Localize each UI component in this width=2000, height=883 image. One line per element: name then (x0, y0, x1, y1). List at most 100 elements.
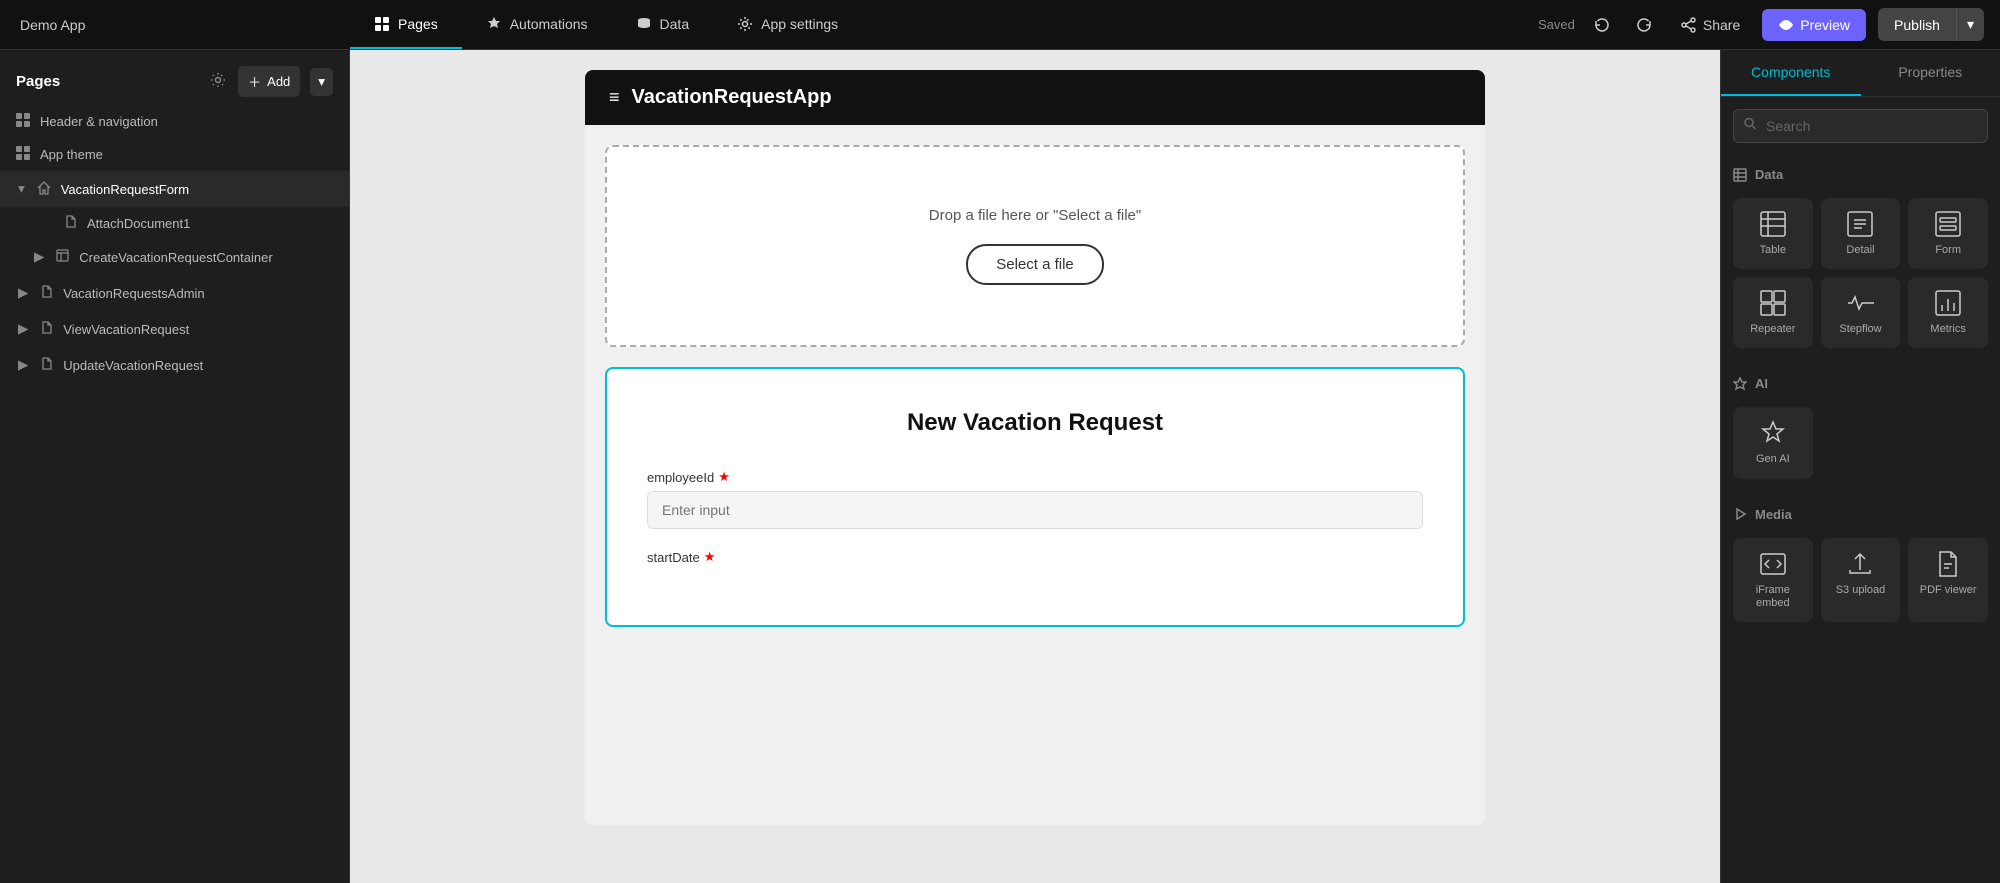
redo-button[interactable] (1629, 10, 1659, 40)
canvas-app-title: VacationRequestApp (632, 86, 832, 109)
sidebar-item-label: VacationRequestsAdmin (63, 286, 333, 301)
component-form[interactable]: Form (1908, 198, 1988, 269)
table-icon (1759, 210, 1787, 238)
nav-data[interactable]: Data (612, 0, 714, 49)
sidebar-item-label: App theme (40, 147, 333, 162)
right-panel: Components Properties Data Table (1720, 50, 2000, 883)
home-icon (37, 181, 51, 198)
expand-button[interactable]: ▶ (16, 283, 30, 303)
component-label: iFrame embed (1741, 584, 1805, 610)
expand-button[interactable]: ▾ (16, 179, 27, 199)
metrics-icon (1934, 289, 1962, 317)
component-gen-ai[interactable]: Gen AI (1733, 407, 1813, 478)
component-pdf-viewer[interactable]: PDF viewer (1908, 538, 1988, 622)
nav-pages[interactable]: Pages (350, 0, 462, 49)
search-icon (1743, 117, 1757, 136)
add-page-button[interactable]: ＋ Add (238, 66, 300, 97)
top-nav: Pages Automations Data App settings (350, 0, 1522, 49)
undo-button[interactable] (1587, 10, 1617, 40)
form-area: New Vacation Request employeeId ★ startD… (605, 367, 1465, 627)
required-indicator: ★ (718, 469, 730, 485)
data-section-header: Data (1733, 163, 1988, 186)
component-label: Form (1935, 244, 1961, 257)
sidebar-item-header-nav[interactable]: Header & navigation (0, 105, 349, 138)
sidebar-item-attach-document[interactable]: AttachDocument1 (0, 207, 349, 239)
share-button[interactable]: Share (1671, 11, 1750, 39)
sidebar-item-label: Header & navigation (40, 114, 333, 129)
add-icon: ＋ (248, 72, 261, 91)
employee-id-input[interactable] (647, 491, 1423, 529)
component-detail[interactable]: Detail (1821, 198, 1901, 269)
sidebar-item-update-vacation-request[interactable]: ▶ UpdateVacationRequest ⋮ (0, 347, 349, 383)
sidebar-item-app-theme[interactable]: App theme (0, 138, 349, 171)
ai-section-header: AI (1733, 372, 1988, 395)
search-box (1733, 109, 1988, 143)
component-label: S3 upload (1836, 584, 1886, 597)
component-metrics[interactable]: Metrics (1908, 277, 1988, 348)
iframe-embed-icon (1759, 550, 1787, 578)
pdf-viewer-icon (1934, 550, 1962, 578)
repeater-icon (1759, 289, 1787, 317)
stepflow-icon (1846, 289, 1874, 317)
component-iframe-embed[interactable]: iFrame embed (1733, 538, 1813, 622)
file-drop-area: Drop a file here or "Select a file" Sele… (605, 145, 1465, 347)
publish-label[interactable]: Publish (1878, 9, 1956, 41)
grid-icon (16, 146, 30, 163)
sidebar-item-label: ViewVacationRequest (63, 322, 333, 337)
tab-components[interactable]: Components (1721, 50, 1861, 96)
employee-id-label: employeeId ★ (647, 469, 1423, 485)
file-icon (64, 215, 77, 231)
sidebar-item-label: AttachDocument1 (87, 216, 333, 231)
expand-button[interactable]: ▶ (32, 247, 46, 267)
app-title: Demo App (0, 17, 350, 33)
file-icon (40, 357, 53, 373)
main-layout: Pages ＋ Add ▾ Header & navigation (0, 50, 2000, 883)
nav-automations[interactable]: Automations (462, 0, 612, 49)
tab-properties[interactable]: Properties (1861, 50, 2000, 96)
component-s3-upload[interactable]: S3 upload (1821, 538, 1901, 622)
sidebar-item-vacation-requests-admin[interactable]: ▶ VacationRequestsAdmin ⋮ (0, 275, 349, 311)
component-label: Gen AI (1756, 453, 1790, 466)
component-stepflow[interactable]: Stepflow (1821, 277, 1901, 348)
component-label: PDF viewer (1920, 584, 1977, 597)
sidebar-item-label: CreateVacationRequestContainer (79, 250, 333, 265)
sidebar-item-label: UpdateVacationRequest (63, 358, 333, 373)
sidebar-header-actions: ＋ Add ▾ (206, 66, 333, 97)
file-icon (40, 285, 53, 301)
select-file-button[interactable]: Select a file (966, 244, 1104, 285)
sidebar-item-vacation-request-form[interactable]: ▾ VacationRequestForm ⋮ (0, 171, 349, 207)
app-header: ≡ VacationRequestApp (585, 70, 1485, 125)
canvas: ≡ VacationRequestApp Drop a file here or… (350, 50, 1720, 883)
expand-button[interactable]: ▶ (16, 319, 30, 339)
component-label: Repeater (1750, 323, 1795, 336)
publish-button-group: Publish ▾ (1878, 8, 1984, 41)
form-icon (1934, 210, 1962, 238)
nav-app-settings[interactable]: App settings (713, 0, 862, 49)
topbar: Demo App Pages Automations Data App sett… (0, 0, 2000, 50)
start-date-label: startDate ★ (647, 549, 1423, 565)
canvas-content: Drop a file here or "Select a file" Sele… (585, 125, 1485, 825)
sidebar-item-view-vacation-request[interactable]: ▶ ViewVacationRequest ⋮ (0, 311, 349, 347)
component-table[interactable]: Table (1733, 198, 1813, 269)
search-input[interactable] (1733, 109, 1988, 143)
sidebar-item-label: VacationRequestForm (61, 182, 333, 197)
pages-settings-button[interactable] (206, 68, 230, 95)
right-panel-tabs: Components Properties (1721, 50, 2000, 97)
component-label: Detail (1846, 244, 1874, 257)
hamburger-icon[interactable]: ≡ (609, 87, 620, 108)
data-components-grid: Table Detail Form (1733, 198, 1988, 348)
sidebar-item-create-vacation-container[interactable]: ▶ CreateVacationRequestContainer (0, 239, 349, 275)
publish-dropdown-arrow[interactable]: ▾ (1956, 8, 1984, 41)
form-title: New Vacation Request (647, 409, 1423, 437)
add-dropdown-button[interactable]: ▾ (310, 68, 333, 96)
preview-button[interactable]: Preview (1762, 9, 1866, 41)
start-date-field: startDate ★ (647, 549, 1423, 565)
grid-icon (16, 113, 30, 130)
ai-section: AI Gen AI (1721, 364, 2000, 494)
topbar-right: Saved Share Preview Publish ▾ (1522, 8, 2000, 41)
file-icon (40, 321, 53, 337)
media-section: Media iFrame embed S3 upload (1721, 495, 2000, 638)
employee-id-field: employeeId ★ (647, 469, 1423, 529)
expand-button[interactable]: ▶ (16, 355, 30, 375)
component-repeater[interactable]: Repeater (1733, 277, 1813, 348)
